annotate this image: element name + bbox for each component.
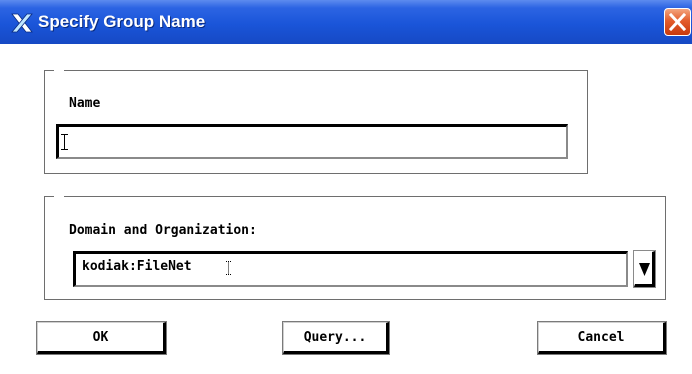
close-icon — [669, 13, 686, 31]
text-cursor-icon — [226, 261, 231, 275]
ok-button[interactable]: OK — [36, 321, 167, 355]
cancel-button[interactable]: Cancel — [537, 321, 667, 355]
domain-dropdown-button[interactable] — [633, 250, 656, 288]
group-edge-gap — [54, 195, 64, 198]
text-cursor-icon — [61, 134, 68, 150]
x-logo-icon — [11, 13, 33, 33]
title-bar[interactable]: Specify Group Name — [0, 0, 692, 44]
dropdown-arrow-icon — [639, 263, 650, 276]
close-button[interactable] — [664, 8, 691, 36]
domain-selected-value: kodiak:FileNet — [82, 259, 192, 274]
dialog-window: Specify Group Name Name Domain and Organ… — [0, 0, 692, 374]
group-edge-gap — [54, 69, 64, 72]
domain-label: Domain and Organization: — [69, 223, 257, 238]
window-title: Specify Group Name — [38, 12, 206, 31]
query-button[interactable]: Query... — [282, 321, 390, 355]
name-field[interactable] — [56, 124, 568, 159]
name-label: Name — [69, 96, 101, 111]
